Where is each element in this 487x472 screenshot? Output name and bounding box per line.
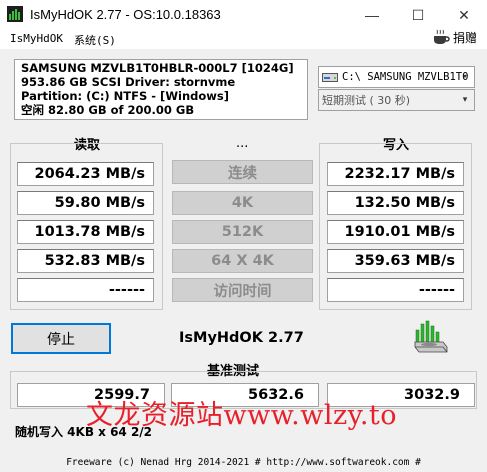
menu-ismyhdok[interactable]: IsMyHdOK [8,31,65,46]
title-bar[interactable]: IsMyHdOK 2.77 - OS:10.0.18363 — ☐ ✕ [0,0,487,30]
drive-info-box: SAMSUNG MZVLB1T0HBLR-000L7 [1024G] 953.8… [14,59,308,120]
chevron-down-icon[interactable]: ▾ [458,93,472,107]
drive-select[interactable]: C:\ SAMSUNG MZVLB1T0 ▾ [318,66,475,88]
middle-label: ... [236,136,249,151]
chevron-down-icon[interactable]: ▾ [458,70,472,84]
disk-bars-icon [7,6,23,22]
drive-select-value: C:\ SAMSUNG MZVLB1T0 [342,71,469,83]
read-64x4k-value: 532.83 MB/s [17,249,154,273]
test-64x4k-button[interactable]: 64 X 4K [172,249,313,273]
drive-model: SAMSUNG MZVLB1T0HBLR-000L7 [1024G] [21,61,294,75]
read-512k-value: 1013.78 MB/s [17,220,154,244]
coffee-cup-icon [434,29,450,44]
status-text: 随机写入 4KB x 64 2/2 [15,425,153,439]
minimize-button[interactable]: — [349,0,395,30]
drive-partition: Partition: (C:) NTFS - [Windows] [21,89,229,103]
drive-free-space: 空闲 82.80 GB of 200.00 GB [21,103,195,117]
donate-label: 捐赠 [453,30,478,45]
write-access-time-value: ------ [327,278,464,302]
write-4k-value: 132.50 MB/s [327,191,464,215]
stop-button[interactable]: 停止 [11,323,111,354]
menu-bar: IsMyHdOK 系统(S) [0,30,487,49]
test-512k-button[interactable]: 512K [172,220,313,244]
write-64x4k-value: 359.63 MB/s [327,249,464,273]
test-sequential-button[interactable]: 连续 [172,160,313,184]
test-4k-button[interactable]: 4K [172,191,313,215]
read-sequential-value: 2064.23 MB/s [17,162,154,186]
app-name-label: IsMyHdOK 2.77 [179,330,304,346]
write-512k-value: 1910.01 MB/s [327,220,464,244]
read-access-time-value: ------ [17,278,154,302]
test-access-time-button[interactable]: 访问时间 [172,278,313,302]
test-mode-value: 短期测试 ( 30 秒) [322,94,411,107]
close-button[interactable]: ✕ [441,0,487,30]
disk-activity-icon [414,320,448,353]
write-sequential-value: 2232.17 MB/s [327,162,464,186]
test-mode-select[interactable]: 短期测试 ( 30 秒) ▾ [318,89,475,111]
maximize-button[interactable]: ☐ [395,0,441,30]
menu-system[interactable]: 系统(S) [72,31,118,49]
window-title: IsMyHdOK 2.77 - OS:10.0.18363 [30,7,221,22]
read-4k-value: 59.80 MB/s [17,191,154,215]
drive-size-driver: 953.86 GB SCSI Driver: stornvme [21,75,236,89]
hard-drive-icon [322,73,338,82]
donate-button[interactable]: 捐赠 [432,28,477,46]
footer-link[interactable]: Freeware (c) Nenad Hrg 2014-2021 # http:… [0,452,487,472]
